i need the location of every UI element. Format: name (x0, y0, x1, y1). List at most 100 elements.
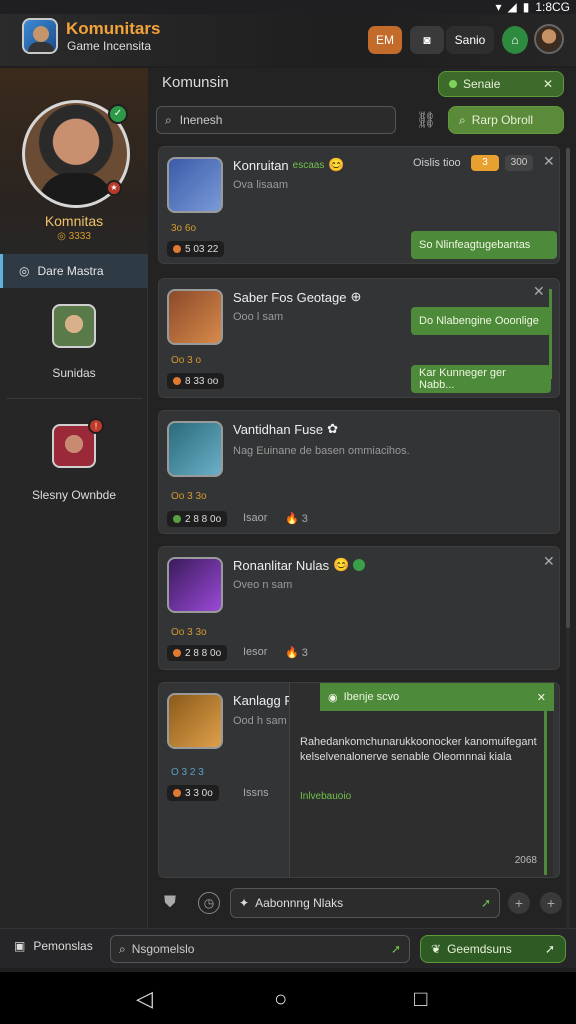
card-stat: 5 03 22 (167, 241, 225, 257)
card-subtitle: Nag Euinane de basen ommiacihos. (233, 445, 410, 457)
cell-signal-icon: ◢ (507, 0, 517, 14)
send-icon[interactable]: ➚ (391, 942, 401, 956)
game-thumbnail (167, 421, 223, 477)
card-time: Isaor (243, 512, 268, 524)
card-level: Oo 3 3o (171, 491, 207, 502)
card-subtitle: Ova lisaam (233, 179, 289, 191)
card-subtitle: Oveo n sam (233, 579, 293, 591)
sidebar-item-active[interactable]: ◎ Dare Mastra (0, 254, 148, 288)
friend-name: Slesny Ownbde (31, 488, 117, 502)
home-button[interactable]: ⌂ (502, 26, 528, 54)
close-icon[interactable]: ✕ (537, 691, 546, 704)
card-subtitle: Ood h sam (233, 715, 287, 727)
close-icon[interactable]: ✕ (533, 283, 545, 300)
thread-line (544, 711, 547, 875)
bottom-right-button[interactable]: ❦ Geemdsuns ➚ (420, 935, 566, 963)
reactions[interactable]: 🔥 3 (285, 646, 308, 659)
reactions[interactable]: 🔥 3 (285, 512, 308, 525)
card-title: Vantidhan Fuse (233, 421, 324, 437)
card-stat: 3 3 0o (167, 785, 219, 801)
thread-panel-text: Rahedankomchunarukkoonocker kanomuifegan… (300, 736, 537, 763)
recents-icon[interactable]: □ (414, 986, 427, 1012)
app-title: Komunitars (66, 19, 161, 38)
controller-button[interactable]: ◙ (410, 26, 444, 54)
shield-icon[interactable]: ⛊ (164, 894, 176, 912)
add-button[interactable]: + (508, 892, 530, 914)
record-icon: ◉ (328, 691, 338, 704)
flame-icon: 🔥 (285, 513, 299, 525)
reaction-count: 3 (301, 513, 308, 525)
bottom-left-item[interactable]: ▣ Pemonslas (14, 939, 93, 953)
search-button-label: Rarp Obroll (471, 113, 534, 127)
scrollbar-thumb[interactable] (566, 148, 570, 628)
search-button[interactable]: ⌕ Rarp Obroll (448, 106, 564, 134)
top-action-label: Senaie (463, 77, 501, 91)
square-icon: ▣ (14, 939, 26, 953)
friend-name: Sunidas (52, 366, 96, 380)
close-icon[interactable]: ✕ (543, 153, 555, 170)
message-input[interactable]: ✦ Aabonnng Nlaks ➚ (230, 888, 500, 918)
card-level: 3o 6o (171, 223, 197, 234)
app-logo-icon[interactable] (22, 18, 58, 54)
more-button[interactable]: + (540, 892, 562, 914)
card-title: Konruitan (233, 157, 289, 173)
bottom-search-placeholder: Nsgomelslo (131, 942, 195, 956)
bottom-right-label: Geemdsuns (447, 942, 512, 956)
reply-bubble[interactable]: So Nlinfeagtugebantas (411, 231, 557, 259)
feed-card[interactable]: Saber Fos Geotage ⊕ Ooo l sam ✕ Oo 3 o 8 … (158, 278, 560, 398)
card-level: Oo 3 3o (171, 627, 207, 638)
thread-panel: ◉ Ibenje scvo ✕ Rahedankomchunarukkoonoc… (289, 683, 554, 877)
search-placeholder: Inenesh (179, 113, 223, 127)
close-icon[interactable]: ✕ (543, 553, 555, 570)
link-icon[interactable]: ⛓ (416, 110, 436, 130)
reply-bubble[interactable]: Kar Kunneger ger Nabb... (411, 365, 551, 393)
search-input[interactable]: ⌕ Inenesh (156, 106, 396, 134)
online-badge-icon: ✓ (108, 104, 128, 124)
card-level: Oo 3 o (171, 355, 202, 366)
mail-button[interactable]: EM (368, 26, 402, 54)
bottom-left-label: Pemonslas (33, 939, 93, 953)
friend-avatar (52, 304, 96, 348)
card-meta: Oislis tioo (413, 157, 461, 169)
battery-icon: ▮ (522, 0, 530, 14)
flame-icon: 🔥 (285, 647, 299, 659)
feed-card[interactable]: Kanlagg Rails Ood h sam O 3 2 3 3 3 0o I… (158, 682, 560, 878)
card-title: Ronanlitar Nulas (233, 557, 330, 573)
message-placeholder: Aabonnng Nlaks (255, 896, 344, 910)
card-time: Issns (243, 787, 269, 799)
clock-icon[interactable]: ◷ (198, 892, 220, 914)
top-action-button[interactable]: Senaie ✕ (438, 71, 564, 97)
user-avatar[interactable] (534, 24, 564, 54)
profile-level: ◎ 3333 (57, 231, 91, 242)
thread-panel-title: Ibenje scvo (343, 691, 400, 703)
home-circle-icon[interactable]: ○ (274, 986, 287, 1012)
search-icon: ⌕ (459, 112, 466, 127)
reply-bubble[interactable]: Do Nlabengine Ooonlige (411, 307, 551, 335)
feed-card[interactable]: Konruitan escaas 😊 Ova lisaam Oislis tioo … (158, 146, 560, 264)
game-thumbnail (167, 693, 223, 749)
feed-card[interactable]: Ronanlitar Nulas 😊 Oveo n sam ✕ Oo 3 3o 2… (158, 546, 560, 670)
back-icon[interactable]: ◁ (136, 986, 153, 1012)
emoji-icon: 😊 (333, 557, 350, 572)
app-subtitle: Game Incensita (67, 39, 152, 53)
thread-panel-link[interactable]: Inlvebauoio (300, 791, 351, 802)
level-badge-icon: ★ (106, 180, 122, 196)
send-icon[interactable]: ➚ (481, 896, 491, 910)
feed-card[interactable]: Vantidhan Fuse ✿ Nag Euinane de basen omm… (158, 410, 560, 534)
leaf-icon: ❦ (431, 942, 442, 956)
coin-badge: 3 (471, 155, 499, 171)
search-icon: ⌕ (119, 941, 126, 956)
game-thumbnail (167, 289, 223, 345)
reaction-count: 3 (301, 647, 308, 659)
card-stat: 8 33 oo (167, 373, 225, 389)
count-badge: 300 (505, 155, 533, 171)
gamepad-icon: ◙ (423, 33, 431, 47)
bottom-search-input[interactable]: ⌕ Nsgomelslo ➚ (110, 935, 410, 963)
sanio-button[interactable]: Sanio (446, 26, 494, 54)
thread-panel-header[interactable]: ◉ Ibenje scvo ✕ (320, 683, 554, 711)
search-icon: ⌕ (165, 112, 172, 127)
app-header: Komunitars Game Incensita EM ◙ Sanio ⌂ (0, 14, 576, 66)
profile-name: Komnitas (44, 213, 104, 229)
notification-badge-icon: ! (88, 418, 104, 434)
wifi-icon: ▾ (495, 0, 502, 14)
